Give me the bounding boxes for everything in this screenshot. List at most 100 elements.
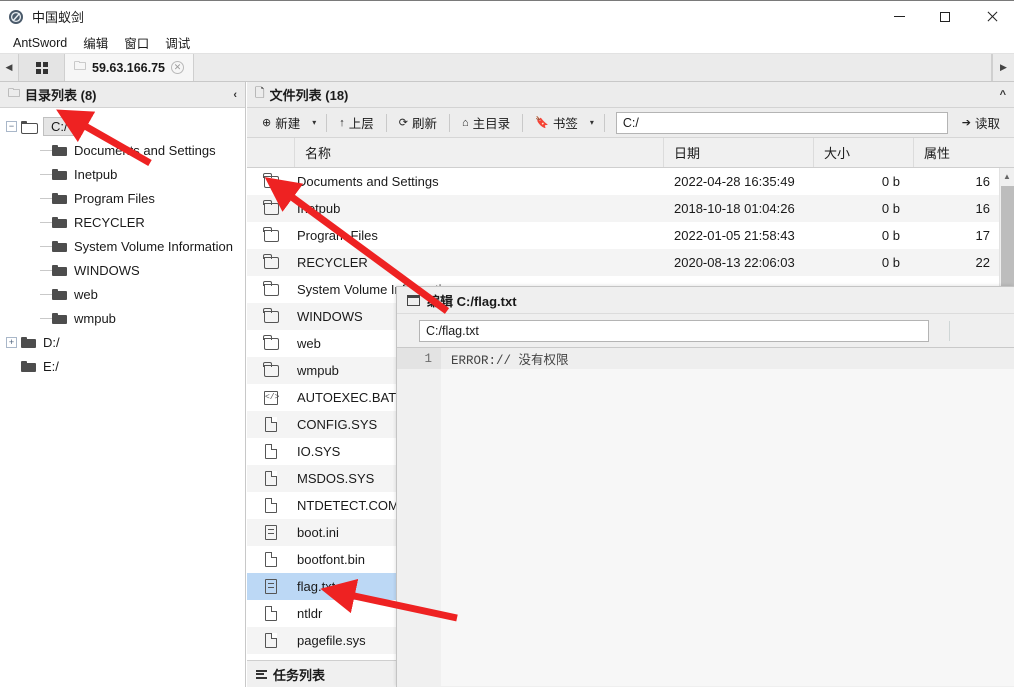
row-icon-cell bbox=[247, 330, 295, 357]
bookmark-button[interactable]: 🔖 书签 bbox=[526, 112, 587, 134]
close-icon bbox=[986, 11, 997, 22]
table-row[interactable]: RECYCLER 2020-08-13 22:06:03 0 b 22 bbox=[247, 249, 1014, 276]
tab-59-63-166-75[interactable]: 🗀 59.63.166.75 ✕ bbox=[65, 54, 195, 81]
file-toolbar: ⊕ 新建 ▾ ↑ 上层 ⟳ 刷新 ⌂ 主目录 🔖 书签 ▾ C:/ ➔ 读取 bbox=[247, 108, 1014, 138]
row-icon-cell bbox=[247, 276, 295, 303]
row-icon-cell: </> bbox=[247, 384, 295, 411]
row-date: 2020-08-13 22:06:03 bbox=[674, 255, 795, 270]
tree-item-inetpub[interactable]: Inetpub bbox=[6, 162, 245, 186]
tree-guide-line bbox=[40, 317, 52, 319]
column-header-name[interactable]: 名称 bbox=[295, 138, 664, 167]
tabbar: ◀ 🗀 59.63.166.75 ✕ ▶ bbox=[0, 54, 1014, 82]
file-icon bbox=[265, 471, 277, 486]
collapse-left-panel-icon[interactable]: ‹ bbox=[233, 89, 237, 101]
dialog-toolbar-divider bbox=[949, 320, 950, 341]
tab-close-icon[interactable]: ✕ bbox=[171, 61, 185, 74]
close-button[interactable] bbox=[968, 1, 1014, 33]
row-icon-cell bbox=[247, 465, 295, 492]
task-list-label: 任务列表 bbox=[273, 667, 326, 683]
home-button[interactable]: ⌂ 主目录 bbox=[453, 112, 519, 134]
row-name: Program Files bbox=[297, 228, 378, 243]
table-row[interactable]: Documents and Settings 2022-04-28 16:35:4… bbox=[247, 168, 1014, 195]
directory-panel-header: 🗀 目录列表 (8) ‹ bbox=[0, 82, 245, 108]
list-icon bbox=[256, 669, 267, 679]
folder-icon bbox=[52, 312, 67, 324]
folder-icon bbox=[52, 216, 67, 228]
collapse-icon[interactable]: − bbox=[6, 120, 17, 132]
editor-code-area[interactable]: ERROR:// 没有权限 bbox=[441, 348, 1014, 686]
menu-item-antsword[interactable]: AntSword bbox=[5, 34, 75, 52]
tree-item-e[interactable]: E:/ bbox=[6, 354, 245, 378]
tree-item-label: E:/ bbox=[43, 358, 59, 374]
tree-item-web[interactable]: web bbox=[6, 282, 245, 306]
table-row[interactable]: Inetpub 2018-10-18 01:04:26 0 b 16 bbox=[247, 195, 1014, 222]
folder-icon bbox=[263, 199, 279, 215]
new-dropdown-caret-icon[interactable]: ▾ bbox=[309, 118, 323, 127]
new-button[interactable]: ⊕ 新建 bbox=[253, 112, 309, 134]
column-header-date[interactable]: 日期 bbox=[664, 138, 814, 167]
folder-icon bbox=[263, 226, 279, 242]
tree-item-windows[interactable]: WINDOWS bbox=[6, 258, 245, 282]
tree-item-recycler[interactable]: RECYCLER bbox=[6, 210, 245, 234]
tree-item-documents-and-settings[interactable]: Documents and Settings bbox=[6, 138, 245, 162]
row-icon-cell bbox=[247, 168, 295, 195]
path-input-value: C:/ bbox=[622, 115, 639, 130]
task-list-bar[interactable]: 任务列表 bbox=[247, 660, 398, 687]
folder-outline-icon: 🗀 bbox=[8, 86, 21, 100]
maximize-button[interactable] bbox=[922, 1, 968, 33]
table-row[interactable]: Program Files 2022-01-05 21:58:43 0 b 17 bbox=[247, 222, 1014, 249]
tree-item-program-files[interactable]: Program Files bbox=[6, 186, 245, 210]
column-header-icon bbox=[247, 138, 295, 167]
tree-item-system-volume-information[interactable]: System Volume Information bbox=[6, 234, 245, 258]
row-name: Documents and Settings bbox=[297, 174, 439, 189]
read-button[interactable]: ➔ 读取 bbox=[954, 113, 1008, 132]
collapse-right-panel-icon[interactable]: ^ bbox=[1000, 89, 1006, 101]
text-file-icon bbox=[265, 579, 277, 594]
column-header-attr[interactable]: 属性 bbox=[914, 138, 1014, 167]
menu-item-debug[interactable]: 调试 bbox=[157, 31, 198, 54]
maximize-icon bbox=[940, 11, 950, 22]
home-button-label: 主目录 bbox=[472, 117, 511, 131]
folder-icon bbox=[52, 168, 67, 180]
bookmark-dropdown-caret-icon[interactable]: ▾ bbox=[587, 118, 601, 127]
text-file-icon bbox=[265, 525, 277, 540]
up-button[interactable]: ↑ 上层 bbox=[330, 112, 383, 134]
menu-item-edit[interactable]: 编辑 bbox=[75, 31, 116, 54]
window-icon bbox=[407, 294, 420, 306]
expand-icon[interactable]: + bbox=[6, 336, 17, 348]
tree-guide-line bbox=[40, 293, 52, 295]
refresh-button[interactable]: ⟳ 刷新 bbox=[390, 112, 446, 134]
tree-item-c[interactable]: − C:/ bbox=[6, 114, 245, 138]
tree-item-label: System Volume Information bbox=[74, 238, 233, 254]
row-icon-cell bbox=[247, 303, 295, 330]
toolbar-separator bbox=[385, 113, 387, 132]
scrollbar-thumb[interactable] bbox=[1001, 186, 1014, 298]
tree-item-d[interactable]: + D:/ bbox=[6, 330, 245, 354]
menu-item-window[interactable]: 窗口 bbox=[116, 31, 157, 54]
tab-scroll-right-icon[interactable]: ▶ bbox=[992, 54, 1014, 81]
grid-icon[interactable] bbox=[18, 54, 65, 81]
file-list-header: 名称 日期 大小 属性 bbox=[247, 138, 1014, 168]
path-input[interactable]: C:/ bbox=[615, 111, 948, 134]
tab-scroll-left-icon[interactable]: ◀ bbox=[0, 54, 18, 81]
line-number: 1 bbox=[397, 348, 441, 369]
tree-item-label: Inetpub bbox=[74, 166, 118, 182]
file-icon bbox=[265, 633, 277, 648]
dialog-code-editor[interactable]: 1 ERROR:// 没有权限 bbox=[397, 348, 1014, 686]
refresh-icon: ⟳ bbox=[398, 117, 408, 129]
scroll-up-icon[interactable]: ▲ bbox=[1000, 168, 1014, 184]
read-button-label: 读取 bbox=[974, 117, 1000, 131]
tree-item-wmpub[interactable]: wmpub bbox=[6, 306, 245, 330]
folder-icon bbox=[263, 253, 279, 269]
column-header-size[interactable]: 大小 bbox=[814, 138, 914, 167]
titlebar-left: 中国蚁剑 bbox=[0, 7, 84, 26]
minimize-button[interactable] bbox=[876, 1, 922, 33]
dialog-path-input[interactable]: C:/flag.txt bbox=[419, 319, 929, 342]
toolbar-separator bbox=[603, 113, 605, 132]
row-icon-cell bbox=[247, 249, 295, 276]
tree-item-label: WINDOWS bbox=[74, 262, 140, 278]
row-size: 0 b bbox=[881, 228, 900, 243]
